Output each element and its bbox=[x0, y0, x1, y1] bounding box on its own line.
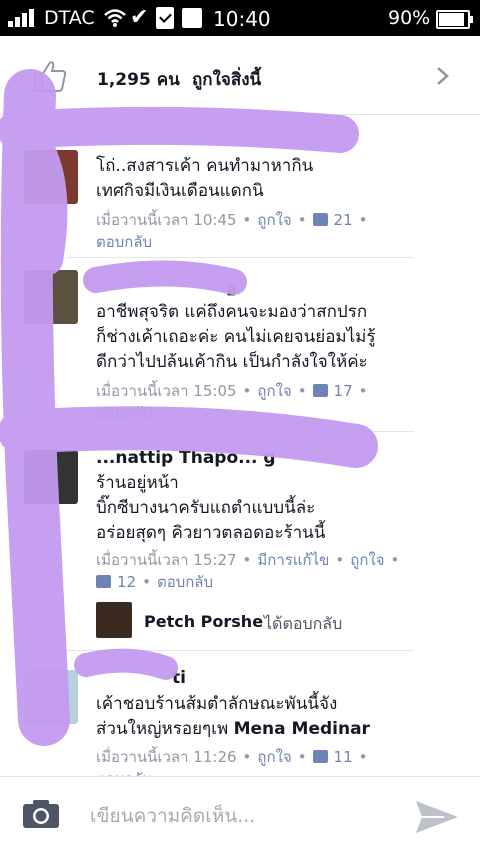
battery-percentage: 90% bbox=[388, 7, 431, 29]
comment-body: อาชีพสุจริต แค่ถึงคนจะมองว่าสกปรก ก็ช่าง… bbox=[96, 302, 376, 372]
comment-body: เค้าชอบร้านส้มตำลักษณะพันนี้จัง ส่วนใหญ่… bbox=[96, 692, 456, 742]
reply-link[interactable]: ตอบกลับ bbox=[157, 573, 213, 591]
comment-meta: เมื่อวานนี้เวลา 15:05 • ถูกใจ • 17 • ตอบกลับ bbox=[96, 382, 368, 422]
comment-composer bbox=[0, 776, 480, 855]
like-link[interactable]: ถูกใจ bbox=[257, 211, 291, 229]
camera-icon[interactable] bbox=[22, 799, 60, 829]
commenter-name[interactable]: อ bbox=[226, 276, 236, 303]
send-icon[interactable] bbox=[414, 799, 460, 835]
comment-input[interactable] bbox=[88, 799, 392, 833]
reply-verb: ได้ตอบกลับ bbox=[264, 614, 343, 633]
like-count[interactable]: 12 bbox=[117, 573, 136, 591]
like-link[interactable]: ถูกใจ bbox=[257, 748, 291, 766]
like-count-icon bbox=[312, 750, 328, 763]
chevron-right-icon[interactable] bbox=[436, 66, 450, 86]
commenter-name[interactable]: ...nattip Thapo... g bbox=[96, 448, 276, 468]
likes-count: 1,295 คน bbox=[97, 70, 180, 90]
tagged-user[interactable]: Mena Medinar bbox=[234, 719, 370, 739]
comment-time: เมื่อวานนี้เวลา 10:45 bbox=[96, 211, 237, 229]
comment-meta: เมื่อวานนี้เวลา 15:27 • มีการแก้ไข • ถูกใจ • … bbox=[96, 551, 400, 591]
divider bbox=[66, 650, 414, 651]
divider bbox=[66, 257, 414, 258]
check-icon: ✔ bbox=[130, 5, 149, 30]
avatar[interactable] bbox=[24, 270, 78, 324]
commenter-name[interactable]: ti bbox=[172, 668, 186, 688]
comment-time: เมื่อวานนี้เวลา 11:26 bbox=[96, 748, 237, 766]
like-count-icon bbox=[96, 575, 111, 588]
like-link[interactable]: ถูกใจ bbox=[257, 382, 291, 400]
comment-time: เมื่อวานนี้เวลา 15:27 bbox=[96, 551, 237, 569]
comment-body: โถ่..สงสารเค้า คนทำมาหากิน เทศกิจมีเงินเ… bbox=[96, 156, 314, 201]
divider bbox=[66, 431, 414, 432]
edited-link[interactable]: มีการแก้ไข bbox=[257, 551, 329, 569]
like-count[interactable]: 21 bbox=[334, 211, 353, 229]
thumbs-up-icon bbox=[34, 61, 67, 92]
wifi-icon bbox=[104, 9, 126, 27]
clipboard-check-icon bbox=[156, 7, 174, 29]
like-link[interactable]: ถูกใจ bbox=[350, 551, 384, 569]
like-count[interactable]: 11 bbox=[334, 748, 353, 766]
avatar[interactable] bbox=[24, 450, 78, 504]
avatar[interactable] bbox=[24, 150, 78, 204]
like-count-icon bbox=[312, 213, 328, 226]
reply-avatar bbox=[96, 602, 132, 638]
battery-icon bbox=[436, 10, 473, 29]
comment-time: เมื่อวานนี้เวลา 15:05 bbox=[96, 382, 237, 400]
avatar[interactable] bbox=[24, 670, 78, 724]
comment-meta: เมื่อวานนี้เวลา 10:45 • ถูกใจ • 21 • ตอบกลับ bbox=[96, 211, 368, 251]
clock: 10:40 bbox=[213, 7, 271, 31]
likes-label: ถูกใจสิ่งนี้ bbox=[192, 70, 262, 90]
reply-link[interactable]: ตอบกลับ bbox=[96, 233, 152, 251]
shopping-bag-icon bbox=[182, 8, 202, 28]
reply-link[interactable]: ตอบกลับ bbox=[96, 404, 152, 422]
like-count-icon bbox=[312, 384, 328, 397]
reply-preview[interactable]: Petch Porshe ได้ตอบกลับ bbox=[96, 602, 456, 642]
comment-body: ร้านอยู่หน้า บิ๊กซีบางนาครับแถตำแบบนี้ล่… bbox=[96, 473, 326, 543]
like-count[interactable]: 17 bbox=[334, 382, 353, 400]
carrier-name: DTAC bbox=[44, 7, 95, 29]
likes-header[interactable]: 1,295 คน ถูกใจสิ่งนี้ bbox=[0, 36, 480, 115]
status-bar: DTAC ✔ 10:40 90% bbox=[0, 0, 480, 36]
signal-icon bbox=[8, 9, 38, 27]
reply-author-name[interactable]: Petch Porshe bbox=[144, 612, 263, 631]
